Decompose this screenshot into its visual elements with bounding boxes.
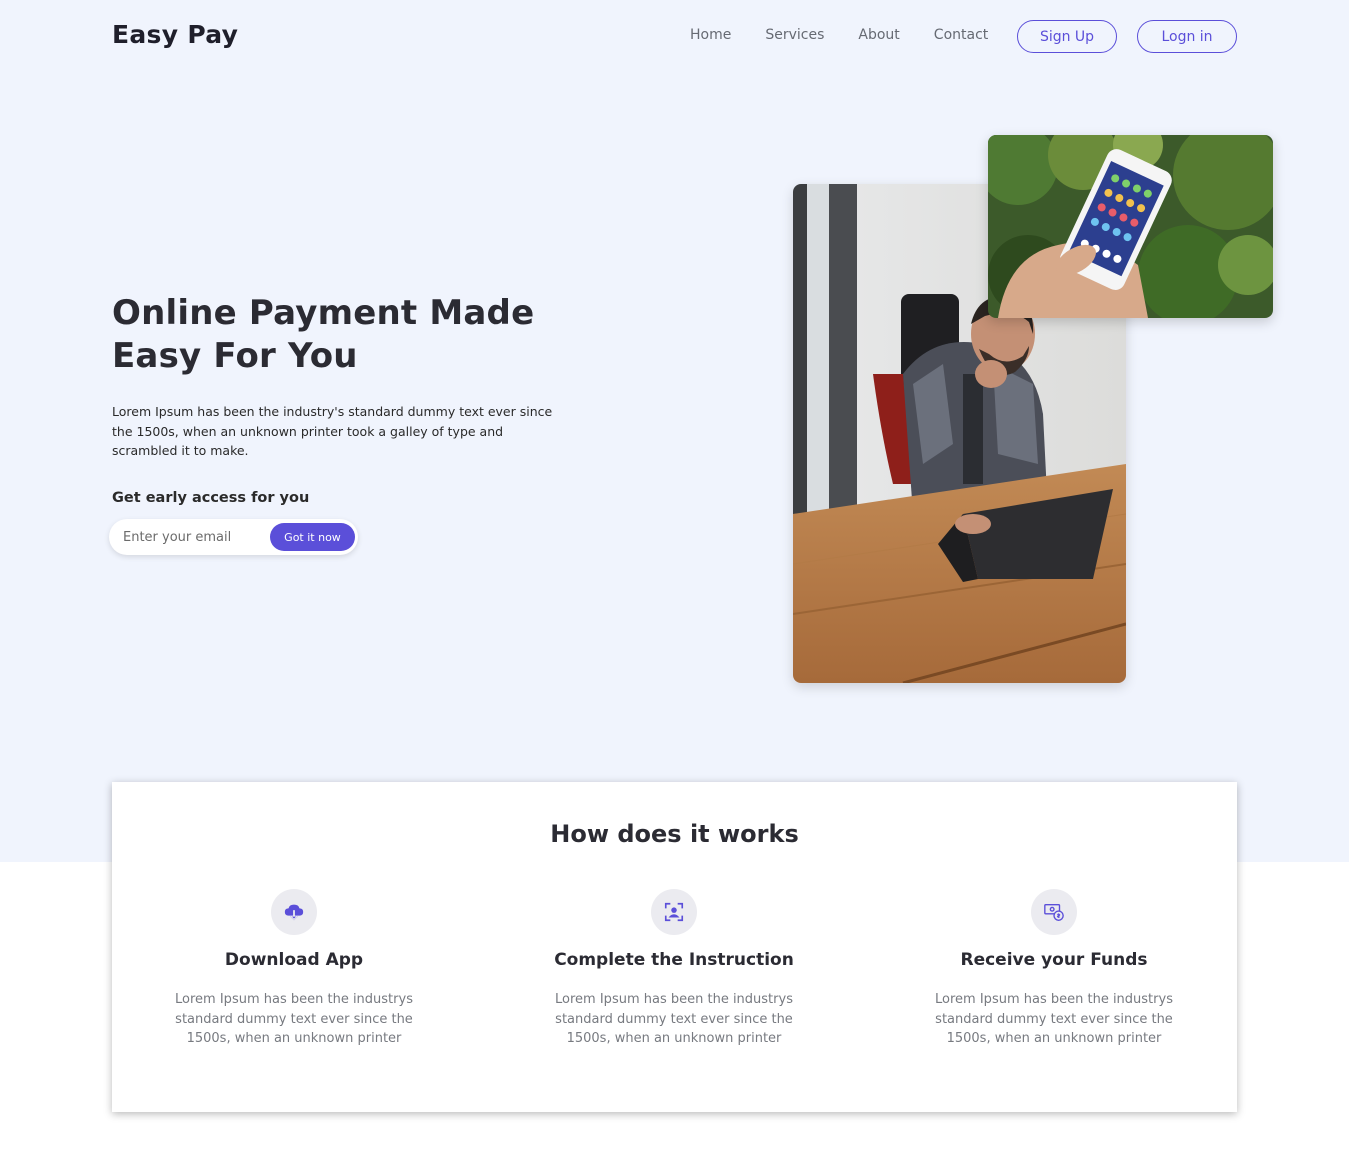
login-button[interactable]: Logn in: [1137, 20, 1237, 53]
early-access-label: Get early access for you: [112, 490, 310, 506]
hero-description: Lorem Ipsum has been the industry's stan…: [112, 404, 553, 458]
nav-link-home[interactable]: Home: [690, 27, 731, 43]
step-title: Receive your Funds: [960, 950, 1148, 970]
money-receive-icon: [1031, 889, 1077, 935]
email-signup-form: Got it now: [109, 519, 358, 555]
got-it-now-button[interactable]: Got it now: [270, 523, 355, 551]
hero-title: Online Payment Made Easy For You: [112, 293, 535, 376]
nav-link-contact[interactable]: Contact: [934, 27, 988, 43]
email-input[interactable]: [123, 527, 263, 547]
cloud-download-icon: [271, 889, 317, 935]
hand-holding-phone-photo: [988, 135, 1273, 318]
step-download-app: Download App Lorem Ipsum has been the in…: [124, 889, 464, 1049]
brand-logo[interactable]: Easy Pay: [112, 20, 238, 49]
top-navbar: Easy Pay Home Services About Contact Sig…: [0, 0, 1349, 72]
how-it-works-card: How does it works Download App Lorem Ips…: [112, 782, 1237, 1112]
user-scan-icon: [651, 889, 697, 935]
step-description: Lorem Ipsum has been the industrys stand…: [935, 992, 1173, 1046]
how-it-works-title: How does it works: [550, 820, 799, 848]
step-complete-instruction: Complete the Instruction Lorem Ipsum has…: [504, 889, 844, 1049]
step-description: Lorem Ipsum has been the industrys stand…: [555, 992, 793, 1046]
signup-button[interactable]: Sign Up: [1017, 20, 1117, 53]
nav-links: Home Services About Contact: [690, 27, 1022, 43]
nav-link-services[interactable]: Services: [765, 27, 824, 43]
step-title: Download App: [224, 950, 364, 970]
nav-link-about[interactable]: About: [858, 27, 899, 43]
step-receive-funds: Receive your Funds Lorem Ipsum has been …: [884, 889, 1224, 1049]
step-title: Complete the Instruction: [554, 950, 794, 970]
step-description: Lorem Ipsum has been the industrys stand…: [175, 992, 413, 1046]
